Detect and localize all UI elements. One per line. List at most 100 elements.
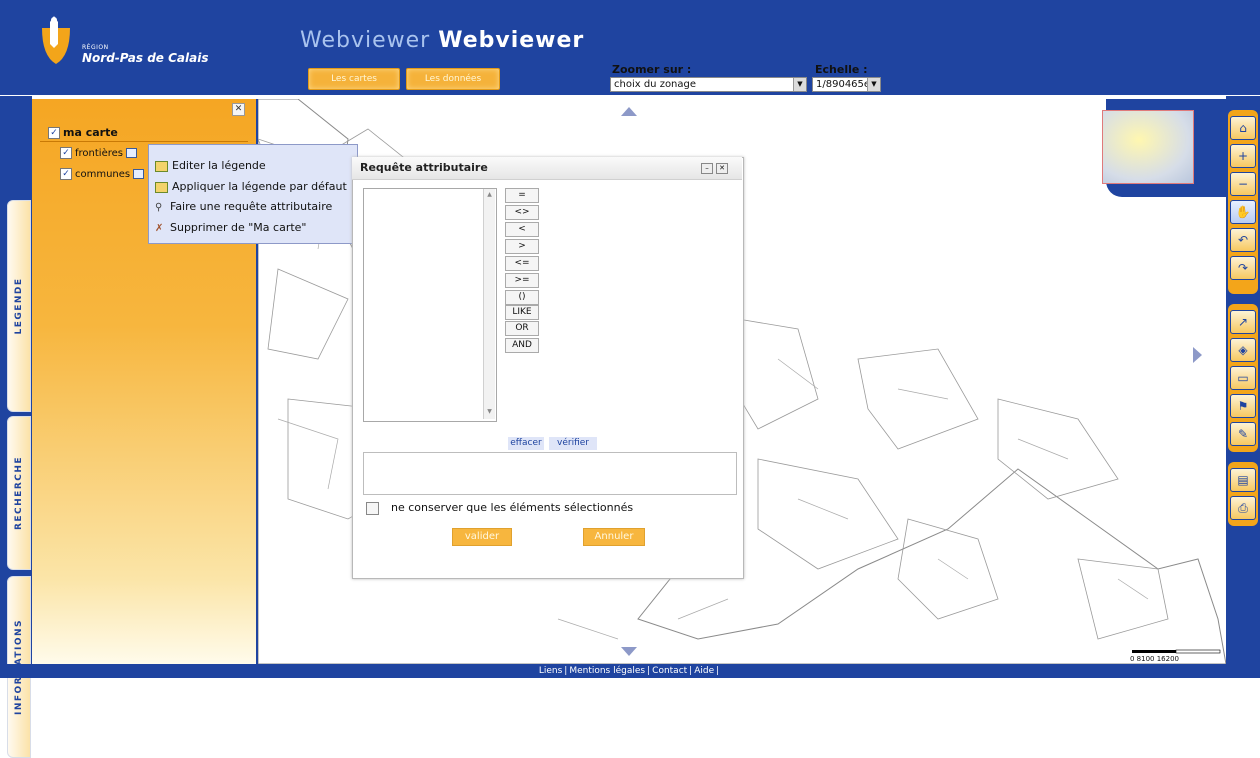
pan-hand-icon[interactable]: ✋ [1230, 200, 1256, 224]
legend-default-icon [155, 181, 168, 193]
export-icon[interactable]: ⎙ [1230, 496, 1256, 520]
les-donnees-button[interactable]: Les données [406, 68, 500, 90]
footer-separator: | [689, 666, 693, 676]
operator-parentheses-button[interactable]: () [505, 290, 539, 305]
query-textarea[interactable] [363, 452, 737, 495]
dialog-title: Requête attributaire [360, 161, 488, 174]
echelle-select-value: 1/890465e [816, 79, 871, 90]
print-icon[interactable]: ▤ [1230, 468, 1256, 492]
echelle-select[interactable]: 1/890465e ▼ [812, 77, 881, 92]
header-divider [0, 92, 1260, 95]
tab-legende-label: LEGENDE [14, 277, 24, 335]
zoom-next-icon[interactable]: ↷ [1230, 256, 1256, 280]
search-icon: ⚲ [155, 201, 163, 213]
pan-down-arrow[interactable] [621, 647, 637, 656]
draw-icon[interactable]: ⚑ [1230, 394, 1256, 418]
app-title: Webviewer Webviewer [300, 28, 584, 53]
keep-selected-checkbox[interactable] [366, 502, 379, 515]
close-icon[interactable]: ✕ [232, 103, 245, 116]
measure-icon[interactable]: ▭ [1230, 366, 1256, 390]
tag-icon[interactable]: ◈ [1230, 338, 1256, 362]
chevron-down-icon[interactable]: ▼ [867, 78, 880, 91]
zoom-select-value: choix du zonage [614, 79, 697, 90]
left-tab-bar: LEGENDE RECHERCHE INFORMATIONS [0, 96, 32, 758]
legend-edit-icon[interactable] [133, 169, 145, 179]
chevron-down-icon[interactable]: ▼ [793, 78, 806, 91]
app-title-part-2: Webviewer [438, 28, 585, 53]
legend-root[interactable]: ✓ ma carte [48, 126, 118, 139]
minimize-icon[interactable]: – [701, 163, 713, 174]
valider-button[interactable]: valider [452, 528, 512, 546]
operator-not-equal-button[interactable]: <> [505, 205, 539, 220]
menu-item-appliquer-legende[interactable]: Appliquer la légende par défaut [155, 180, 347, 193]
legend-root-label: ma carte [63, 126, 118, 139]
keep-selected-label: ne conserver que les éléments sélectionn… [391, 501, 634, 514]
field-list-scrollbar[interactable]: ▲ ▼ [483, 189, 495, 419]
footer-separator: | [716, 666, 720, 676]
zoom-previous-icon[interactable]: ↶ [1230, 228, 1256, 252]
tab-recherche[interactable]: RECHERCHE [7, 416, 31, 570]
layer-label: communes [75, 169, 131, 180]
footer-link-mentions[interactable]: Mentions légales [569, 666, 645, 676]
pan-up-arrow[interactable] [621, 107, 637, 116]
legend-edit-icon [155, 160, 168, 172]
operator-or-button[interactable]: OR [505, 321, 539, 336]
les-cartes-button[interactable]: Les cartes [308, 68, 400, 90]
layer-row-frontieres[interactable]: ✓ frontières [60, 147, 137, 159]
echelle-label: Echelle : [815, 63, 868, 76]
layer-label: frontières [75, 148, 123, 159]
operator-and-button[interactable]: AND [505, 338, 539, 353]
menu-item-editer-legende[interactable]: Editer la légende [155, 159, 266, 172]
effacer-button[interactable]: effacer [508, 437, 544, 450]
ma-carte-checkbox[interactable]: ✓ [48, 127, 60, 139]
zoom-in-icon[interactable]: + [1230, 144, 1256, 168]
delete-icon: ✗ [155, 222, 164, 234]
menu-item-label: Faire une requête attributaire [170, 200, 333, 213]
operator-greater-equal-button[interactable]: >= [505, 273, 539, 288]
overview-map[interactable] [1102, 110, 1194, 184]
menu-item-supprimer[interactable]: ✗ Supprimer de "Ma carte" [155, 221, 307, 234]
menu-item-requete[interactable]: ⚲ Faire une requête attributaire [155, 200, 332, 213]
region-logo-icon [42, 16, 70, 64]
tab-recherche-label: RECHERCHE [14, 455, 24, 531]
pan-right-arrow[interactable] [1193, 347, 1202, 363]
layer-row-communes[interactable]: ✓ communes [60, 168, 145, 180]
toolbar-group-output: ▤ ⎙ [1228, 462, 1258, 526]
close-icon[interactable]: ✕ [716, 163, 728, 174]
operator-less-button[interactable]: < [505, 222, 539, 237]
tab-legende[interactable]: LEGENDE [7, 200, 31, 412]
toolbar-group-tools: ↗ ◈ ▭ ⚑ ✎ [1228, 304, 1258, 452]
legend-edit-icon[interactable] [125, 148, 137, 158]
annuler-button[interactable]: Annuler [583, 528, 645, 546]
logo-name-text: Nord-Pas de Calais [82, 51, 209, 65]
footer-link-aide[interactable]: Aide [694, 666, 714, 676]
identify-icon[interactable]: ↗ [1230, 310, 1256, 334]
attribute-field-list[interactable] [363, 188, 497, 422]
operator-greater-button[interactable]: > [505, 239, 539, 254]
zoom-select[interactable]: choix du zonage ▼ [610, 77, 807, 92]
frontieres-checkbox[interactable]: ✓ [60, 147, 72, 159]
layer-context-menu: Editer la légende Appliquer la légende p… [148, 144, 358, 244]
zoom-label: Zoomer sur : [612, 63, 692, 76]
scale-label: 0 8100 16200 [1130, 655, 1179, 663]
footer-separator: | [564, 666, 568, 676]
menu-item-label: Appliquer la légende par défaut [172, 180, 347, 193]
full-extent-icon[interactable]: ⌂ [1230, 116, 1256, 140]
verifier-button[interactable]: vérifier [549, 437, 597, 450]
menu-item-label: Editer la légende [172, 159, 266, 172]
footer-link-contact[interactable]: Contact [652, 666, 687, 676]
legend-divider [40, 141, 248, 142]
footer-link-liens[interactable]: Liens [539, 666, 562, 676]
toolbar-group-navigation: ⌂ + − ✋ ↶ ↷ [1228, 110, 1258, 294]
pencil-icon[interactable]: ✎ [1230, 422, 1256, 446]
operator-equal-button[interactable]: = [505, 188, 539, 203]
logo-region-text: RÉGION [82, 44, 109, 51]
footer-bar: Liens | Mentions légales | Contact | Aide | [0, 664, 1260, 678]
menu-item-label: Supprimer de "Ma carte" [170, 221, 307, 234]
operator-like-button[interactable]: LIKE [505, 305, 539, 320]
zoom-out-icon[interactable]: − [1230, 172, 1256, 196]
communes-checkbox[interactable]: ✓ [60, 168, 72, 180]
footer-separator: | [647, 666, 651, 676]
app-title-part-1: Webviewer [300, 28, 431, 53]
operator-less-equal-button[interactable]: <= [505, 256, 539, 271]
